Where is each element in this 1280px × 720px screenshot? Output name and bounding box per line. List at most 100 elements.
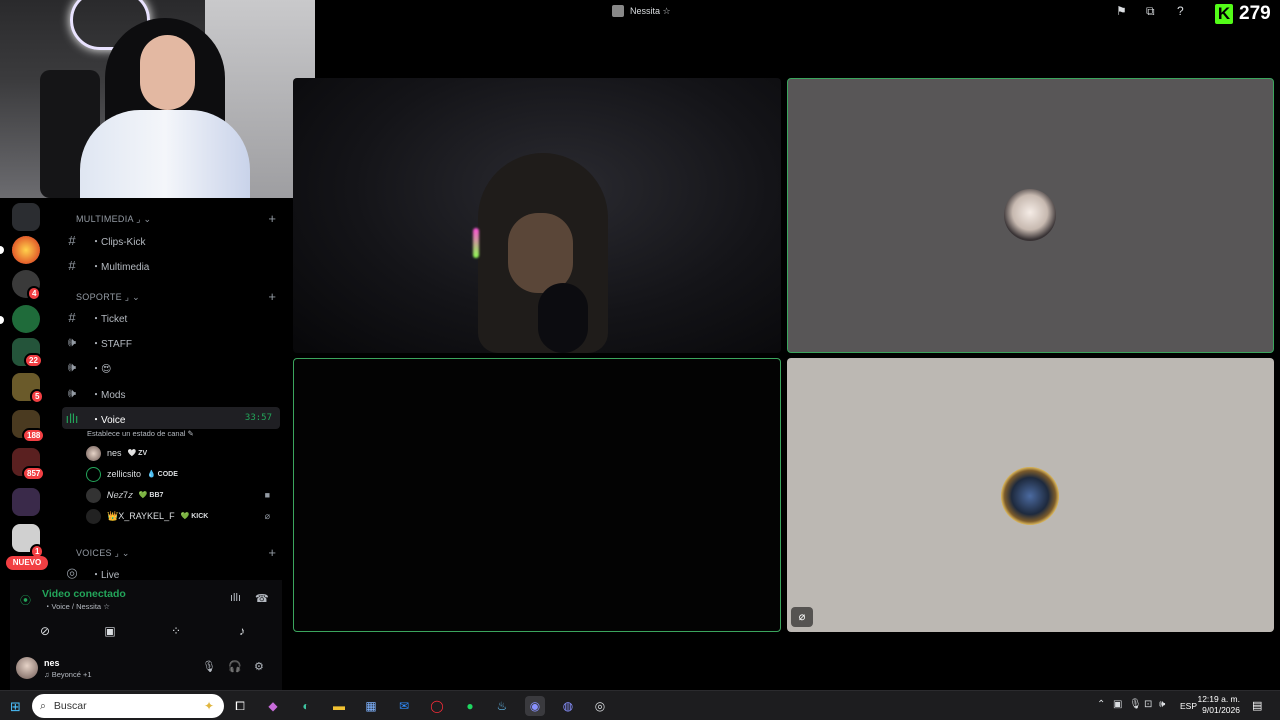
headphone-led: [473, 228, 479, 258]
member-tag: 💚 BB7: [138, 492, 164, 499]
flag-icon[interactable]: ⚑: [1116, 4, 1127, 18]
activities-button[interactable]: ⁘: [153, 620, 199, 642]
tray-app-icon[interactable]: ▣: [1113, 699, 1122, 710]
edge-icon[interactable]: ◐: [296, 696, 316, 716]
webcam-person-face: [140, 35, 195, 110]
avatar: [86, 445, 101, 461]
channel-label: ・😍: [91, 363, 112, 375]
server-icon[interactable]: [12, 203, 40, 231]
discord-icon[interactable]: ◉: [525, 696, 545, 716]
channel-staff[interactable]: 🕪 ・STAFF: [62, 331, 280, 353]
category-multimedia[interactable]: MULTIMEDIA ⌟ ⌄: [76, 214, 151, 225]
voice-member[interactable]: 👑X_RAYKEL_F 💚 KICK ⌀: [86, 506, 276, 526]
system-clock[interactable]: 12:19 a. m. 9/01/2026: [1196, 694, 1240, 716]
hashtag-icon: #: [68, 309, 76, 325]
hashtag-icon: #: [68, 257, 76, 273]
member-name: 👑X_RAYKEL_F: [107, 510, 175, 521]
spotify-icon[interactable]: ●: [460, 696, 480, 716]
disconnect-icon[interactable]: ☎: [255, 592, 269, 605]
voice-activity-icon: ıllı: [65, 410, 79, 426]
clock-date: 9/01/2026: [1202, 705, 1240, 715]
taskbar-search[interactable]: ⌕ Buscar ✦: [32, 694, 224, 718]
muted-mic-icon: ⌀: [264, 510, 270, 521]
connection-channel[interactable]: ・Voice / Nessita ☆: [44, 601, 110, 612]
microphone-icon[interactable]: 🎙: [202, 660, 216, 673]
channel-ticket[interactable]: # ・Ticket: [62, 306, 280, 328]
network-icon[interactable]: ⊡: [1144, 699, 1152, 710]
hashtag-icon: #: [68, 232, 76, 248]
soundboard-button[interactable]: ♪: [219, 620, 265, 642]
store-icon[interactable]: ▦: [361, 696, 381, 716]
server-icon[interactable]: [12, 305, 40, 333]
opera-icon[interactable]: ◯: [427, 696, 447, 716]
member-name: nes: [107, 448, 122, 458]
microphone-icon[interactable]: 🎙: [1129, 699, 1142, 710]
video-tile-camera[interactable]: [293, 78, 781, 353]
channel-label: ・Live: [91, 569, 120, 581]
webcam-person-shirt: [80, 110, 250, 198]
server-folder[interactable]: [12, 488, 40, 516]
user-avatar[interactable]: [16, 657, 38, 679]
channel-live[interactable]: ◎ ・Live: [62, 562, 280, 580]
input-language[interactable]: ESP: [1180, 701, 1197, 711]
streamer-webcam: [0, 0, 315, 198]
windows-start-icon[interactable]: ⊞: [10, 699, 21, 715]
avatar: [86, 487, 101, 503]
channel-label: ・Mods: [91, 389, 126, 401]
channel-list: MULTIMEDIA ⌟ ⌄ + # ・Clips-Kick # ・Multim…: [52, 198, 290, 580]
task-view-icon[interactable]: ⧠: [230, 696, 250, 716]
connection-status[interactable]: Video conectado: [42, 588, 126, 600]
video-tile-avatar[interactable]: ⌀: [787, 358, 1274, 632]
video-tile-empty[interactable]: [293, 358, 781, 632]
steam-icon[interactable]: ♨: [492, 696, 512, 716]
clock-time: 12:19 a. m.: [1197, 694, 1240, 704]
channel-status-prompt[interactable]: Establece un estado de canal ✎: [87, 429, 194, 438]
category-voices[interactable]: VOICES ⌟ ⌄: [76, 548, 130, 559]
video-tile-avatar[interactable]: [787, 78, 1274, 353]
signal-icon: ⦿: [20, 595, 31, 607]
chevron-up-icon[interactable]: ⌃: [1097, 699, 1105, 710]
member-tag: 💧 CODE: [147, 471, 178, 478]
add-channel-button[interactable]: +: [268, 545, 276, 560]
speaker-icon: 🕪: [67, 359, 77, 374]
unread-pill: [0, 246, 4, 254]
call-title-text: Nessita ☆: [630, 5, 671, 16]
screen-share-button[interactable]: ▣: [87, 620, 133, 642]
call-title[interactable]: Nessita ☆: [612, 5, 671, 17]
channel-voice-active[interactable]: ıllı ・Voice 33:57: [62, 407, 280, 429]
voice-member[interactable]: nes 🤍 ZV: [86, 443, 276, 463]
member-name: 𝑁𝑒𝑧7𝑧: [107, 489, 133, 500]
windows-taskbar: ⊞ ⌕ Buscar ✦ ⧠ ◆ ◐ ▬ ▦ ✉ ◯ ● ♨ ◉ ◍ ◎ ⌃ ▣…: [0, 690, 1280, 720]
voice-member[interactable]: zellicsito 💧 CODE: [86, 464, 276, 484]
channel-emoji[interactable]: 🕪 ・😍: [62, 356, 280, 378]
outlook-icon[interactable]: ✉: [394, 696, 414, 716]
participant-face: [508, 213, 573, 293]
muted-mic-icon: ⌀: [791, 607, 813, 627]
headphones-icon[interactable]: 🎧: [228, 660, 242, 673]
help-icon[interactable]: ?: [1177, 4, 1184, 18]
volume-icon[interactable]: 🕪: [1159, 699, 1165, 710]
channel-mods[interactable]: 🕪 ・Mods: [62, 382, 280, 404]
kick-overlay: K 279: [1215, 3, 1271, 25]
noise-suppression-icon[interactable]: ıllı: [230, 592, 241, 604]
popout-icon[interactable]: ⧉: [1146, 4, 1155, 19]
camera-toggle-button[interactable]: ⊘: [22, 620, 68, 642]
user-name[interactable]: nes: [44, 658, 60, 668]
obs-icon[interactable]: ◎: [590, 696, 610, 716]
channel-clips-kick[interactable]: # ・Clips-Kick: [62, 229, 280, 251]
category-soporte[interactable]: SOPORTE ⌟ ⌄: [76, 292, 140, 303]
member-tag: 💚 KICK: [180, 513, 209, 520]
add-channel-button[interactable]: +: [268, 211, 276, 226]
app-icon[interactable]: ◍: [558, 696, 578, 716]
search-placeholder: Buscar: [53, 700, 87, 712]
add-channel-button[interactable]: +: [268, 289, 276, 304]
settings-gear-icon[interactable]: ⚙: [254, 660, 264, 673]
channel-multimedia[interactable]: # ・Multimedia: [62, 254, 280, 276]
server-icon[interactable]: [12, 236, 40, 264]
notification-icon[interactable]: ▤: [1252, 699, 1262, 712]
viewer-count: 279: [1239, 3, 1271, 24]
channel-label: ・STAFF: [91, 338, 132, 350]
copilot-icon[interactable]: ◆: [263, 696, 283, 716]
voice-member[interactable]: 𝑁𝑒𝑧7𝑧 💚 BB7 ■: [86, 485, 276, 505]
file-explorer-icon[interactable]: ▬: [329, 696, 349, 716]
